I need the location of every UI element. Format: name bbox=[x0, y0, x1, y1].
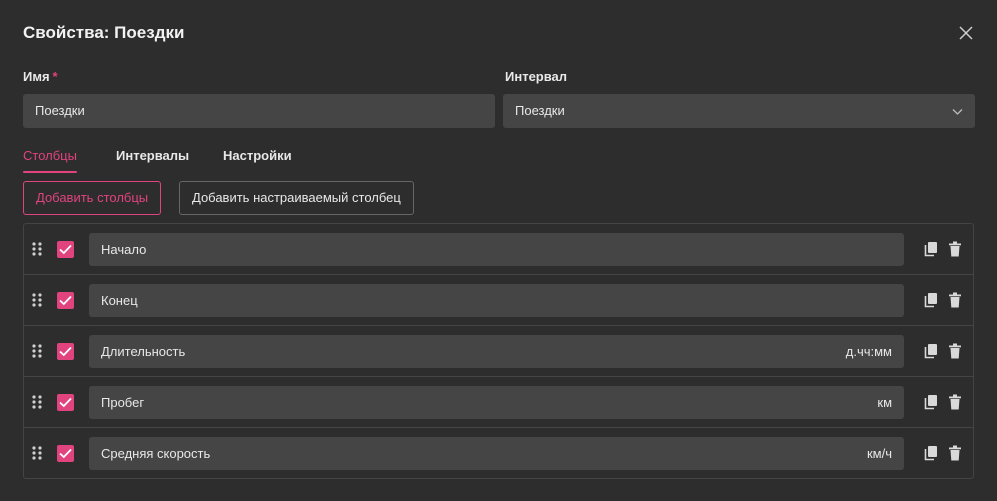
interval-select[interactable]: Поездки bbox=[503, 94, 975, 128]
checkmark-icon bbox=[59, 295, 72, 306]
column-unit: км/ч bbox=[866, 446, 892, 461]
copy-icon[interactable] bbox=[924, 292, 938, 308]
column-name-input[interactable]: Конец bbox=[89, 284, 904, 317]
chevron-down-icon bbox=[952, 109, 963, 115]
column-name: Начало bbox=[101, 242, 147, 257]
column-checkbox[interactable] bbox=[57, 292, 74, 309]
name-label: Имя * bbox=[23, 69, 58, 84]
close-icon[interactable] bbox=[955, 22, 977, 44]
checkmark-icon bbox=[59, 244, 72, 255]
checkmark-icon bbox=[59, 397, 72, 408]
column-name-input[interactable]: Длительность д.чч:мм bbox=[89, 335, 904, 368]
trash-icon[interactable] bbox=[948, 343, 962, 359]
column-checkbox[interactable] bbox=[57, 241, 74, 258]
trash-icon[interactable] bbox=[948, 445, 962, 461]
column-row: Пробег км bbox=[24, 377, 973, 428]
column-row: Конец bbox=[24, 275, 973, 326]
trash-icon[interactable] bbox=[948, 241, 962, 257]
column-name-input[interactable]: Средняя скорость км/ч bbox=[89, 437, 904, 470]
properties-dialog: Свойства: Поездки Имя * Интервал Поездки … bbox=[0, 0, 997, 501]
tab-intervals[interactable]: Интервалы bbox=[116, 148, 189, 163]
tab-settings[interactable]: Настройки bbox=[223, 148, 292, 163]
name-input[interactable]: Поездки bbox=[23, 94, 495, 128]
drag-handle-icon[interactable] bbox=[32, 344, 42, 358]
column-name: Средняя скорость bbox=[101, 446, 211, 461]
copy-icon[interactable] bbox=[924, 445, 938, 461]
column-checkbox[interactable] bbox=[57, 394, 74, 411]
column-unit: км bbox=[877, 395, 892, 410]
add-custom-column-button[interactable]: Добавить настраиваемый столбец bbox=[179, 181, 414, 215]
column-checkbox[interactable] bbox=[57, 445, 74, 462]
required-mark: * bbox=[52, 69, 58, 84]
drag-handle-icon[interactable] bbox=[32, 242, 42, 256]
column-name: Пробег bbox=[101, 395, 145, 410]
columns-list: Начало Конец Длительность д.чч:мм Пробег… bbox=[23, 223, 974, 479]
column-checkbox[interactable] bbox=[57, 343, 74, 360]
copy-icon[interactable] bbox=[924, 241, 938, 257]
copy-icon[interactable] bbox=[924, 343, 938, 359]
interval-label: Интервал bbox=[505, 69, 568, 84]
copy-icon[interactable] bbox=[924, 394, 938, 410]
interval-select-value: Поездки bbox=[515, 103, 565, 118]
column-unit: д.чч:мм bbox=[845, 344, 892, 359]
column-name-input[interactable]: Начало bbox=[89, 233, 904, 266]
column-name-input[interactable]: Пробег км bbox=[89, 386, 904, 419]
drag-handle-icon[interactable] bbox=[32, 446, 42, 460]
column-row: Длительность д.чч:мм bbox=[24, 326, 973, 377]
trash-icon[interactable] bbox=[948, 292, 962, 308]
column-row: Средняя скорость км/ч bbox=[24, 428, 973, 479]
column-name: Конец bbox=[101, 293, 138, 308]
column-name: Длительность bbox=[101, 344, 186, 359]
column-row: Начало bbox=[24, 224, 973, 275]
add-columns-button[interactable]: Добавить столбцы bbox=[23, 181, 162, 215]
tab-columns[interactable]: Столбцы bbox=[23, 148, 77, 173]
checkmark-icon bbox=[59, 346, 72, 357]
checkmark-icon bbox=[59, 448, 72, 459]
trash-icon[interactable] bbox=[948, 394, 962, 410]
drag-handle-icon[interactable] bbox=[32, 293, 42, 307]
drag-handle-icon[interactable] bbox=[32, 395, 42, 409]
dialog-title: Свойства: Поездки bbox=[23, 23, 185, 42]
